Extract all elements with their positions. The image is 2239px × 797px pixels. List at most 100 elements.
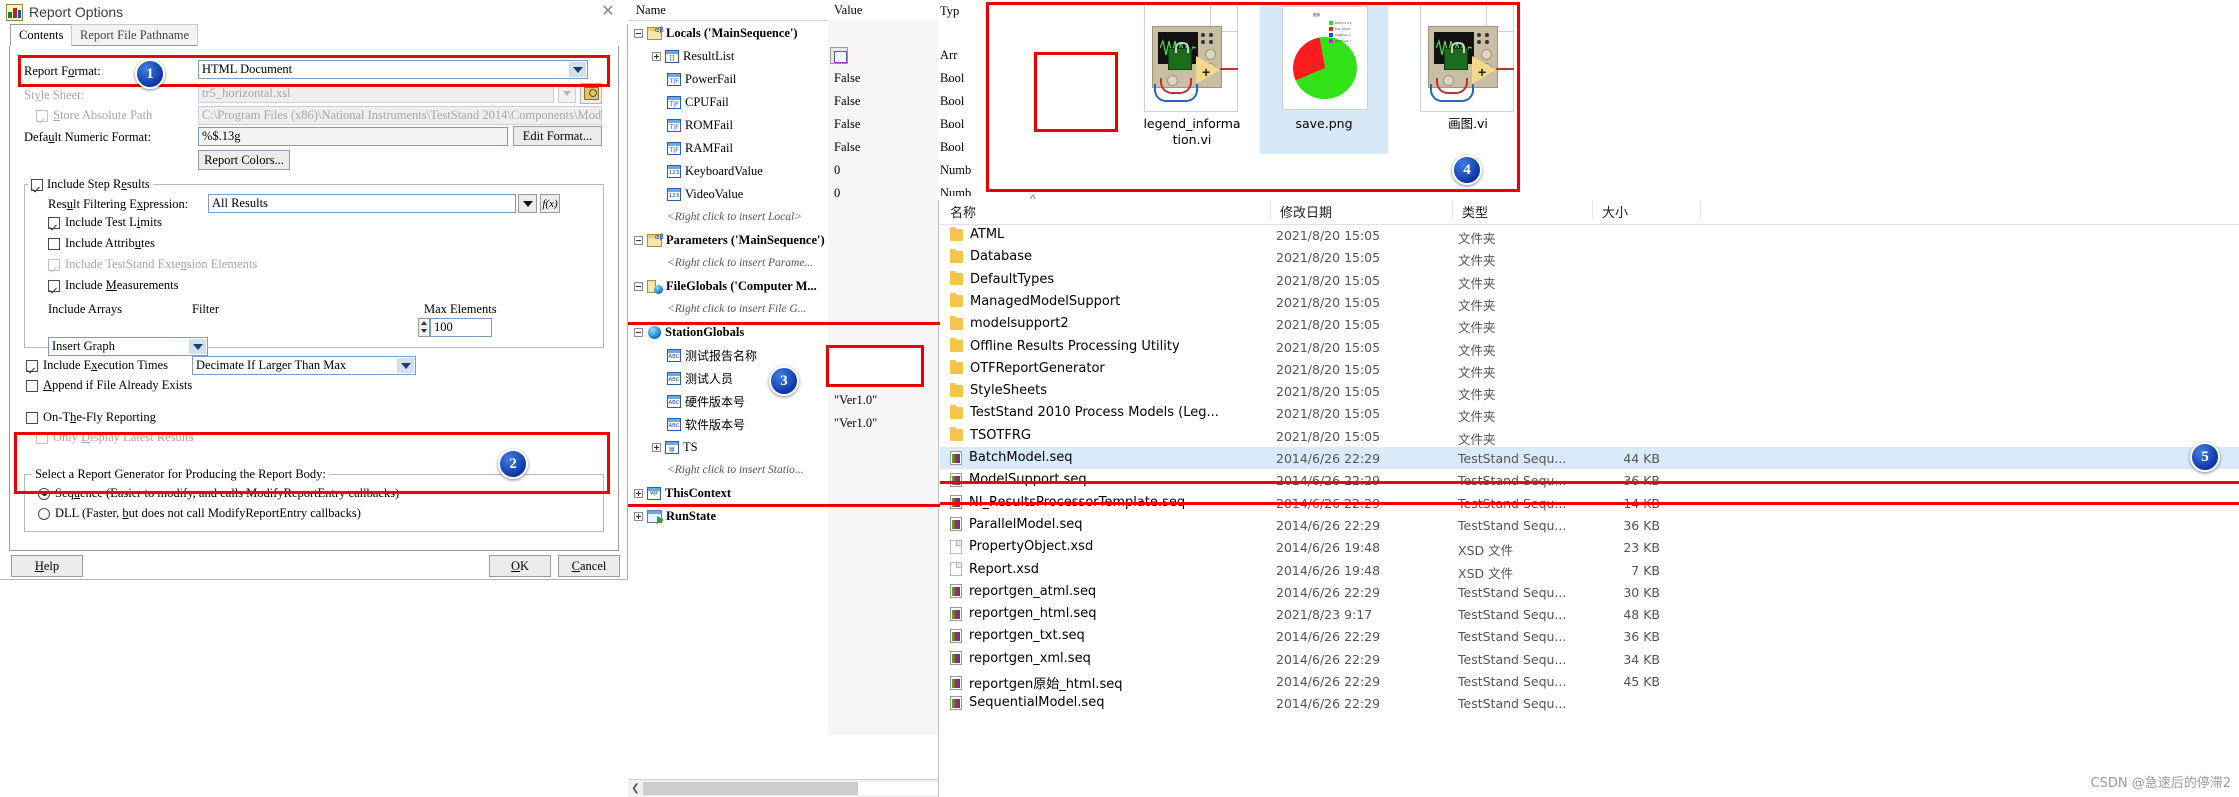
append-if-file-exists-checkbox[interactable] bbox=[26, 379, 38, 392]
file-row[interactable]: BatchModel.seq 2014/6/26 22:29 TestStand S… bbox=[940, 447, 2239, 470]
variable-row[interactable]: 123 KeyboardValue 0 bbox=[628, 160, 938, 182]
variable-row[interactable]: αβ Locals ('MainSequence') bbox=[628, 22, 938, 44]
include-arrays-combo[interactable]: Insert Graph bbox=[48, 337, 208, 356]
close-icon[interactable]: ✕ bbox=[597, 3, 619, 21]
variable-row[interactable]: T|F CPUFail False bbox=[628, 91, 938, 113]
file-row[interactable]: PropertyObject.xsd 2014/6/26 19:48 XSD 文件 2… bbox=[940, 536, 2239, 558]
file-row[interactable]: reportgen_atml.seq 2014/6/26 22:29 TestSta… bbox=[940, 581, 2239, 603]
collapse-icon[interactable] bbox=[634, 235, 643, 245]
variable-row[interactable]: T|F ROMFail False bbox=[628, 114, 938, 136]
column-header-type[interactable]: 类型 bbox=[1462, 202, 1488, 221]
expand-icon[interactable] bbox=[652, 442, 661, 452]
stepper-up-icon[interactable] bbox=[419, 319, 429, 327]
variable-row[interactable]: FileGlobals ('Computer M... bbox=[628, 275, 938, 297]
include-test-limits-checkbox[interactable] bbox=[48, 216, 60, 229]
thumbnail-item[interactable]: + legend_informa tion.vi bbox=[1128, 4, 1256, 147]
report-colors-button[interactable]: Report Colors... bbox=[198, 150, 290, 170]
collapse-icon[interactable] bbox=[634, 281, 643, 291]
file-row[interactable]: Report.xsd 2014/6/26 19:48 XSD 文件 7 KB bbox=[940, 559, 2239, 581]
include-measurements-row[interactable]: Include Measurements bbox=[48, 278, 179, 293]
file-row[interactable]: OTFReportGenerator 2021/8/20 15:05 文件夹 bbox=[940, 358, 2239, 380]
radio-sequence[interactable] bbox=[38, 487, 50, 500]
file-row[interactable]: reportgen_txt.seq 2014/6/26 22:29 TestStan… bbox=[940, 625, 2239, 647]
variable-value[interactable]: 0 bbox=[834, 186, 840, 201]
column-header-size[interactable]: 大小 bbox=[1602, 202, 1628, 221]
filter-combo[interactable]: Decimate If Larger Than Max bbox=[192, 356, 416, 375]
variable-row[interactable]: T|F RAMFail False bbox=[628, 137, 938, 159]
max-elements-input[interactable]: 100 bbox=[430, 318, 492, 337]
variable-row[interactable]: <Right click to insert Statio... bbox=[628, 459, 938, 481]
variables-horizontal-scrollbar[interactable]: ❮ bbox=[628, 779, 938, 797]
variable-row[interactable]: ABC 测试报告名称 bbox=[628, 344, 938, 366]
edit-format-button[interactable]: Edit Format... bbox=[513, 126, 602, 146]
default-numeric-format-value[interactable]: %$.13g bbox=[198, 127, 508, 146]
file-row[interactable]: ManagedModelSupport 2021/8/20 15:05 文件夹 bbox=[940, 291, 2239, 313]
file-row[interactable]: reportgen_xml.seq 2014/6/26 22:29 TestStan… bbox=[940, 648, 2239, 670]
file-row[interactable]: reportgen原始_html.seq 2014/6/26 22:29 TestS… bbox=[940, 670, 2239, 692]
include-execution-times-checkbox[interactable] bbox=[26, 359, 38, 372]
file-row[interactable]: reportgen_html.seq 2021/8/23 9:17 TestStan… bbox=[940, 603, 2239, 625]
generator-option-sequence[interactable]: Sequence (Easier to modify, and calls Mo… bbox=[38, 486, 399, 501]
thumbnail-item[interactable]: 图例 PASS 71.4% FAIL 28.6% CANFlow 2 RS485… bbox=[1260, 4, 1388, 154]
include-step-results-checkbox[interactable] bbox=[31, 178, 43, 191]
stepper-down-icon[interactable] bbox=[419, 327, 429, 335]
variable-row[interactable]: αβ ThisContext bbox=[628, 482, 938, 504]
report-format-combo[interactable]: HTML Document bbox=[198, 60, 588, 79]
file-row[interactable]: modelsupport2 2021/8/20 15:05 文件夹 bbox=[940, 313, 2239, 335]
expand-icon[interactable] bbox=[652, 51, 661, 61]
variable-value[interactable]: "Ver1.0" bbox=[834, 393, 877, 408]
chevron-down-icon[interactable] bbox=[189, 339, 206, 354]
collapse-icon[interactable] bbox=[634, 327, 643, 337]
file-row[interactable]: StyleSheets 2021/8/20 15:05 文件夹 bbox=[940, 380, 2239, 402]
scroll-track[interactable] bbox=[643, 782, 938, 795]
variable-row[interactable]: RunState bbox=[628, 505, 938, 527]
tab-report-file-pathname[interactable]: Report File Pathname bbox=[71, 24, 199, 46]
tab-contents[interactable]: Contents bbox=[10, 24, 73, 46]
include-attributes-checkbox[interactable] bbox=[48, 237, 60, 250]
variable-value[interactable]: False bbox=[834, 117, 860, 132]
expression-browser-icon[interactable]: f(x) bbox=[540, 194, 560, 213]
scroll-thumb[interactable] bbox=[643, 782, 858, 795]
variable-row[interactable]: ▤ TS bbox=[628, 436, 938, 458]
file-row[interactable]: ATML 2021/8/20 15:05 文件夹 bbox=[940, 224, 2239, 246]
scroll-left-icon[interactable]: ❮ bbox=[628, 783, 643, 794]
result-filtering-input[interactable]: All Results bbox=[208, 194, 516, 213]
chevron-down-icon[interactable] bbox=[569, 62, 586, 77]
thumbnail-item[interactable]: + 画图.vi bbox=[1404, 4, 1532, 132]
variable-row[interactable]: 123 VideoValue 0 bbox=[628, 183, 938, 205]
help-button[interactable]: Help bbox=[11, 555, 83, 577]
variable-row[interactable]: <Right click to insert Parame... bbox=[628, 252, 938, 274]
variable-value[interactable]: False bbox=[834, 140, 860, 155]
variable-value[interactable]: False bbox=[834, 71, 860, 86]
include-measurements-checkbox[interactable] bbox=[48, 279, 60, 292]
variable-row[interactable]: [] ResultList bbox=[628, 45, 938, 67]
max-elements-stepper[interactable] bbox=[418, 318, 430, 337]
include-test-limits-row[interactable]: Include Test Limits bbox=[48, 215, 162, 230]
expand-icon[interactable] bbox=[634, 511, 643, 521]
cancel-button[interactable]: Cancel bbox=[558, 555, 620, 577]
variable-row[interactable]: <Right click to insert Local> bbox=[628, 206, 938, 228]
browse-icon[interactable] bbox=[580, 83, 602, 104]
append-if-file-exists-row[interactable]: Append if File Already Exists bbox=[26, 378, 192, 393]
on-the-fly-reporting-row[interactable]: On-The-Fly Reporting bbox=[26, 410, 156, 425]
variable-row[interactable]: αβ Parameters ('MainSequence') bbox=[628, 229, 938, 251]
generator-option-dll[interactable]: DLL (Faster, but does not call ModifyRep… bbox=[38, 506, 361, 521]
variable-value[interactable]: 0 bbox=[834, 163, 840, 178]
variable-value[interactable]: "Ver1.0" bbox=[834, 416, 877, 431]
collapse-icon[interactable] bbox=[634, 28, 643, 38]
radio-dll[interactable] bbox=[38, 507, 50, 520]
file-row[interactable]: DefaultTypes 2021/8/20 15:05 文件夹 bbox=[940, 269, 2239, 291]
file-row[interactable]: SequentialModel.seq 2014/6/26 22:29 TestSt… bbox=[940, 692, 2239, 714]
variable-row[interactable]: <Right click to insert File G... bbox=[628, 298, 938, 320]
variable-row[interactable]: ABC 软件版本号 "Ver1.0" bbox=[628, 413, 938, 435]
on-the-fly-reporting-checkbox[interactable] bbox=[26, 411, 38, 424]
file-row[interactable]: TSOTFRG 2021/8/20 15:05 文件夹 bbox=[940, 425, 2239, 447]
file-row[interactable]: ParallelModel.seq 2014/6/26 22:29 TestStan… bbox=[940, 514, 2239, 536]
column-header-name[interactable]: 名称 bbox=[950, 202, 976, 221]
column-header-date[interactable]: 修改日期 bbox=[1280, 202, 1332, 221]
include-execution-times-row[interactable]: Include Execution Times bbox=[26, 358, 168, 373]
variable-row[interactable]: T|F PowerFail False bbox=[628, 68, 938, 90]
expand-icon[interactable] bbox=[634, 488, 643, 498]
variable-value[interactable]: False bbox=[834, 94, 860, 109]
result-filtering-dropdown[interactable] bbox=[518, 194, 537, 213]
